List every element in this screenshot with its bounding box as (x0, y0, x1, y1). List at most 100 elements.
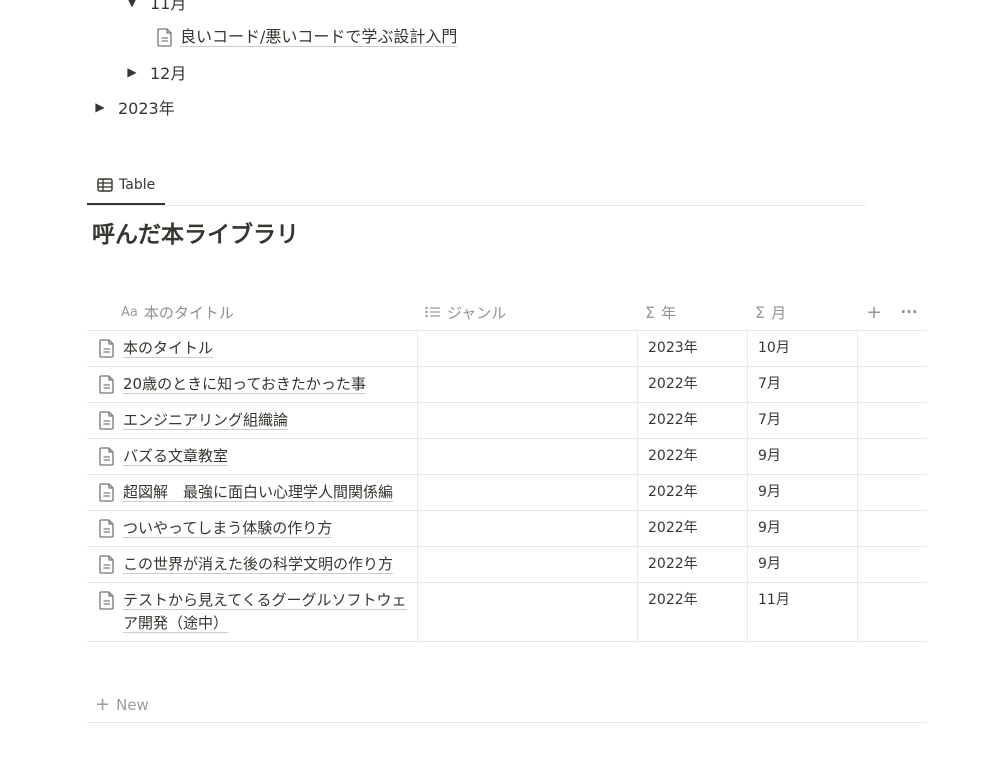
cell-title[interactable]: エンジニアリング組織論 (87, 403, 417, 438)
row-title[interactable]: ついやってしまう体験の作り方 (123, 519, 333, 538)
cell-empty (857, 367, 927, 402)
column-header-label: 年 (661, 303, 677, 322)
cell-title[interactable]: テストから見えてくるグーグルソフトウェア開発（途中） (87, 583, 417, 641)
multi-select-icon (425, 306, 441, 318)
column-header-genre[interactable]: ジャンル (417, 294, 637, 330)
cell-year[interactable]: 2022年 (637, 475, 747, 510)
cell-genre[interactable] (417, 475, 637, 510)
cell-genre[interactable] (417, 367, 637, 402)
triangle-right-icon[interactable]: ▶ (88, 100, 112, 114)
database-table: Aa 本のタイトル ジャンル Σ 年 Σ 月 + ··· 本のタイトル 2023年… (87, 294, 927, 642)
page-icon (96, 517, 118, 539)
column-header-title[interactable]: Aa 本のタイトル (87, 294, 417, 330)
cell-title[interactable]: この世界が消えた後の科学文明の作り方 (87, 547, 417, 582)
table-row[interactable]: 超図解 最強に面白い心理学人間関係編 2022年 9月 (87, 475, 927, 511)
cell-month[interactable]: 9月 (747, 547, 857, 582)
row-title[interactable]: この世界が消えた後の科学文明の作り方 (123, 555, 394, 574)
page-icon (96, 337, 118, 359)
formula-icon: Σ (755, 302, 766, 322)
cell-year[interactable]: 2022年 (637, 439, 747, 474)
cell-year[interactable]: 2022年 (637, 367, 747, 402)
page-icon (96, 445, 118, 467)
cell-title[interactable]: 20歳のときに知っておきたかった事 (87, 367, 417, 402)
cell-empty (857, 547, 927, 582)
cell-empty (857, 475, 927, 510)
cell-title[interactable]: バズる文章教室 (87, 439, 417, 474)
cell-month[interactable]: 9月 (747, 475, 857, 510)
toggle-year-2023[interactable]: ▶ 2023年 (88, 93, 175, 121)
table-body: 本のタイトル 2023年 10月 20歳のときに知っておきたかった事 2022年 7月 エン… (87, 331, 927, 642)
page-link-title: 良いコード/悪いコードで学ぶ設計入門 (180, 26, 458, 48)
more-options-icon[interactable]: ··· (900, 303, 917, 321)
tab-table-view[interactable]: Table (87, 167, 166, 205)
column-header-month[interactable]: Σ 月 (747, 294, 857, 330)
table-header: Aa 本のタイトル ジャンル Σ 年 Σ 月 + ··· (87, 294, 927, 331)
header-actions: + ··· (857, 294, 927, 330)
cell-month[interactable]: 11月 (747, 583, 857, 641)
column-header-year[interactable]: Σ 年 (637, 294, 747, 330)
cell-month[interactable]: 9月 (747, 511, 857, 546)
toggle-label: 12月 (150, 64, 187, 83)
column-header-label: ジャンル (447, 303, 507, 322)
row-title[interactable]: バズる文章教室 (123, 447, 229, 466)
cell-title[interactable]: ついやってしまう体験の作り方 (87, 511, 417, 546)
toggle-label: 2023年 (118, 99, 175, 118)
cell-year[interactable]: 2022年 (637, 547, 747, 582)
cell-year[interactable]: 2022年 (637, 403, 747, 438)
column-header-label: 本のタイトル (143, 303, 234, 322)
cell-empty (857, 439, 927, 474)
page-icon (96, 589, 118, 611)
cell-genre[interactable] (417, 331, 637, 366)
table-row[interactable]: ついやってしまう体験の作り方 2022年 9月 (87, 511, 927, 547)
add-property-icon[interactable]: + (866, 302, 881, 323)
page-icon (96, 373, 118, 395)
table-row[interactable]: テストから見えてくるグーグルソフトウェア開発（途中） 2022年 11月 (87, 583, 927, 642)
cell-year[interactable]: 2023年 (637, 331, 747, 366)
database-title[interactable]: 呼んだ本ライブラリ (92, 215, 299, 249)
page-icon (96, 409, 118, 431)
table-row[interactable]: この世界が消えた後の科学文明の作り方 2022年 9月 (87, 547, 927, 583)
new-row-button[interactable]: + New (87, 687, 927, 723)
table-row[interactable]: 20歳のときに知っておきたかった事 2022年 7月 (87, 367, 927, 403)
toggle-label: 11月 (150, 0, 187, 13)
cell-genre[interactable] (417, 511, 637, 546)
row-title[interactable]: 20歳のときに知っておきたかった事 (123, 375, 366, 394)
view-tabs: Table (87, 167, 866, 206)
page-icon (96, 481, 118, 503)
cell-month[interactable]: 9月 (747, 439, 857, 474)
row-title[interactable]: エンジニアリング組織論 (123, 411, 289, 430)
triangle-right-icon[interactable]: ▶ (120, 65, 144, 79)
row-title[interactable]: 本のタイトル (123, 339, 214, 358)
cell-month[interactable]: 7月 (747, 403, 857, 438)
page-icon (96, 553, 118, 575)
row-title[interactable]: 超図解 最強に面白い心理学人間関係編 (123, 483, 394, 502)
page-link-design-book[interactable]: 良いコード/悪いコードで学ぶ設計入門 (154, 23, 458, 51)
column-header-label: 月 (771, 303, 787, 322)
cell-empty (857, 511, 927, 546)
toggle-month-nov[interactable]: ▼ 11月 (120, 0, 186, 16)
cell-month[interactable]: 7月 (747, 367, 857, 402)
triangle-down-icon[interactable]: ▼ (120, 0, 144, 9)
cell-genre[interactable] (417, 547, 637, 582)
cell-title[interactable]: 本のタイトル (87, 331, 417, 366)
cell-title[interactable]: 超図解 最強に面白い心理学人間関係編 (87, 475, 417, 510)
table-icon (97, 178, 113, 192)
table-row[interactable]: 本のタイトル 2023年 10月 (87, 331, 927, 367)
cell-genre[interactable] (417, 439, 637, 474)
cell-empty (857, 403, 927, 438)
text-property-icon: Aa (121, 304, 138, 320)
new-label: New (116, 695, 149, 714)
cell-year[interactable]: 2022年 (637, 583, 747, 641)
tab-label: Table (119, 177, 156, 193)
table-row[interactable]: エンジニアリング組織論 2022年 7月 (87, 403, 927, 439)
cell-genre[interactable] (417, 583, 637, 641)
cell-empty (857, 331, 927, 366)
page-icon (154, 26, 176, 48)
cell-year[interactable]: 2022年 (637, 511, 747, 546)
cell-genre[interactable] (417, 403, 637, 438)
formula-icon: Σ (645, 302, 656, 322)
row-title[interactable]: テストから見えてくるグーグルソフトウェア開発（途中） (123, 591, 407, 633)
table-row[interactable]: バズる文章教室 2022年 9月 (87, 439, 927, 475)
cell-month[interactable]: 10月 (747, 331, 857, 366)
toggle-month-dec[interactable]: ▶ 12月 (120, 58, 186, 86)
